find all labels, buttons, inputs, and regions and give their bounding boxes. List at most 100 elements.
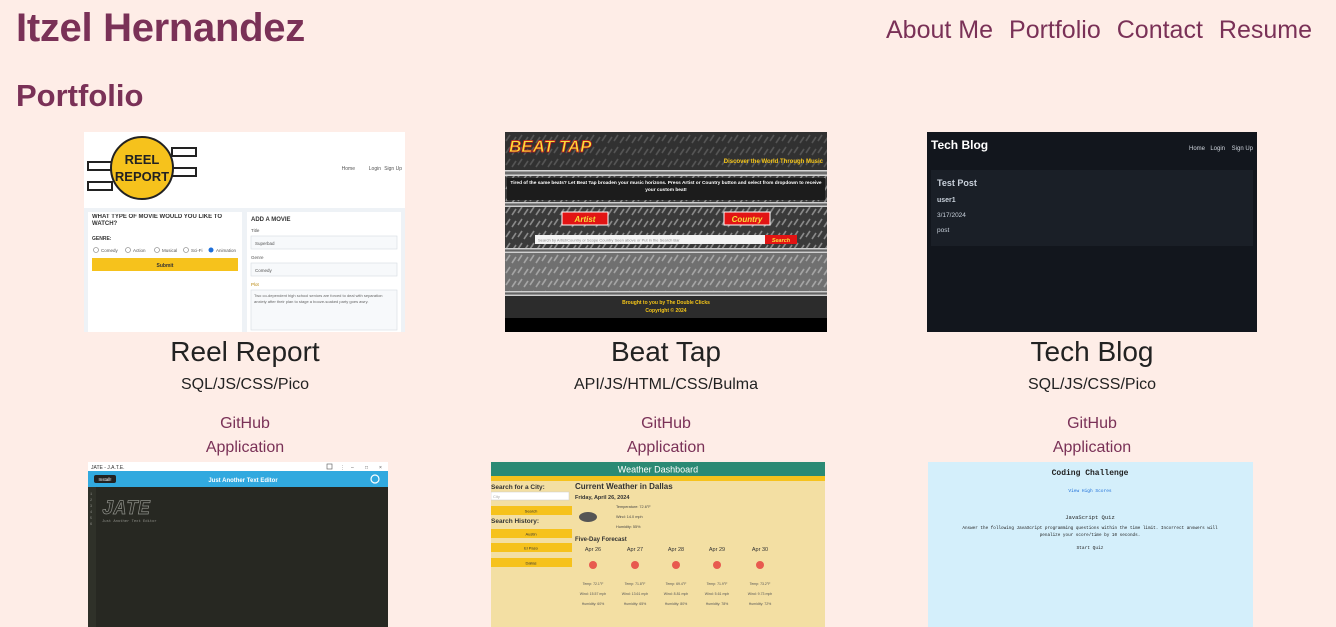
- beat-artist-button: Artist: [574, 215, 596, 224]
- weather-title: Weather Dashboard: [618, 465, 698, 475]
- beat-country-button: Country: [732, 215, 763, 224]
- weather-icon: [672, 561, 680, 569]
- section-title: Portfolio: [16, 78, 144, 113]
- weather-search-label: Search for a City:: [491, 484, 545, 491]
- beat-search-button: Search: [772, 238, 791, 244]
- more-icon: ⋮: [340, 465, 345, 471]
- nav-about-me[interactable]: About Me: [886, 16, 993, 45]
- reel-genre-2: Musical: [162, 248, 177, 253]
- reel-genre-4: Animation: [216, 248, 237, 253]
- svg-text:3: 3: [90, 505, 92, 509]
- weather-icon: [756, 561, 764, 569]
- weather-current-title: Current Weather in Dallas: [575, 482, 673, 491]
- beat-footer-1: Brought to you by The Double Clicks: [622, 300, 710, 306]
- blog-post-body: post: [937, 227, 949, 234]
- weather-icon: [631, 561, 639, 569]
- weather-forecast-title: Five-Day Forecast: [575, 537, 627, 543]
- svg-text:Humidity: 60%: Humidity: 60%: [582, 602, 605, 606]
- blog-nav-login: Login: [1210, 146, 1225, 152]
- blog-nav-signup: Sign Up: [1232, 146, 1254, 152]
- reel-field-title-value: Superbad: [255, 241, 275, 246]
- weather-search-input: City: [493, 494, 500, 499]
- project-card-beat-tap: Beat Tap API/JS/HTML/CSS/Bulma GitHub Ap…: [456, 332, 876, 460]
- project-title: Beat Tap: [610, 336, 722, 367]
- coding-quiz-screenshot[interactable]: Coding Challenge View High Scores JavaSc…: [928, 462, 1253, 627]
- svg-text:Wind: 5.61 mph: Wind: 5.61 mph: [705, 592, 730, 596]
- reel-submit: Submit: [157, 263, 174, 269]
- nav-resume[interactable]: Resume: [1219, 16, 1312, 45]
- tech-blog-screenshot[interactable]: Tech Blog Home Login Sign Up Test Post u…: [927, 132, 1257, 332]
- reel-genre-3: Sci-Fi: [191, 248, 203, 253]
- beat-intro: Tired of the same beats? Let Beat Tap br…: [510, 181, 822, 193]
- svg-text:Humidity: 80%: Humidity: 80%: [665, 602, 688, 606]
- blog-nav-home: Home: [1189, 146, 1206, 152]
- reel-nav-login: Login: [369, 166, 381, 172]
- reel-genre-label: GENRE:: [92, 236, 112, 242]
- reel-logo-line2: REPORT: [115, 169, 169, 184]
- reel-add-title: ADD A MOVIE: [251, 217, 291, 223]
- quiz-instructions-2: penalize your score/time by 10 seconds.: [1040, 533, 1141, 538]
- svg-text:Wind: 9.73 mph: Wind: 9.73 mph: [748, 592, 773, 596]
- site-title: Itzel Hernandez: [16, 6, 305, 50]
- project-stack: SQL/JS/CSS/Pico: [180, 376, 310, 393]
- svg-text:Apr 27: Apr 27: [627, 547, 643, 553]
- maximize-icon: □: [365, 465, 368, 471]
- nav-contact[interactable]: Contact: [1117, 16, 1203, 45]
- weather-history-1: El Paso: [524, 546, 539, 551]
- weather-icon: [713, 561, 721, 569]
- svg-text:Apr 30: Apr 30: [752, 547, 768, 553]
- svg-text:6: 6: [90, 523, 92, 527]
- reel-genre-1: Action: [133, 248, 146, 253]
- weather-current-humidity: Humidity: 55%: [616, 525, 641, 529]
- svg-text:Humidity: 72%: Humidity: 72%: [749, 602, 772, 606]
- editor-app-title: Just Another Text Editor: [208, 478, 278, 484]
- minimize-icon: –: [351, 465, 354, 471]
- svg-text:Wind: 8.81 mph: Wind: 8.81 mph: [664, 592, 689, 596]
- reel-nav-home: Home: [342, 166, 356, 172]
- main-nav: About Me Portfolio Contact Resume: [886, 16, 1312, 45]
- project-stack: API/JS/HTML/CSS/Bulma: [573, 376, 759, 393]
- beat-footer-2: Copyright © 2024: [645, 307, 686, 314]
- cloud-icon: [579, 512, 597, 522]
- weather-current-wind: Wind: 14.0 mph: [616, 515, 643, 519]
- blog-brand: Tech Blog: [931, 138, 988, 152]
- svg-text:Temp: 69.4°F: Temp: 69.4°F: [666, 582, 687, 586]
- application-link[interactable]: Application: [882, 436, 1302, 460]
- reel-genre-0: Comedy: [101, 248, 119, 253]
- text-editor-screenshot[interactable]: JATE - J.A.T.E. ⋮ – □ × Install! Just An…: [88, 462, 388, 627]
- github-link[interactable]: GitHub: [35, 412, 455, 436]
- github-link[interactable]: GitHub: [882, 412, 1302, 436]
- nav-portfolio[interactable]: Portfolio: [1009, 16, 1101, 45]
- svg-text:Temp: 72.1°F: Temp: 72.1°F: [583, 582, 604, 586]
- quiz-title: Coding Challenge: [1052, 469, 1129, 478]
- beat-tap-screenshot[interactable]: BEAT TAP Discover the World Through Musi…: [505, 132, 827, 332]
- reel-logo-line1: REEL: [125, 152, 160, 167]
- github-link[interactable]: GitHub: [456, 412, 876, 436]
- application-link[interactable]: Application: [456, 436, 876, 460]
- svg-text:Temp: 73.2°F: Temp: 73.2°F: [750, 582, 771, 586]
- weather-dashboard-screenshot[interactable]: Weather Dashboard Search for a City: Cit…: [491, 462, 825, 627]
- blog-post-date: 3/17/2024: [937, 212, 966, 219]
- editor-subtitle: Just Another Text Editor: [102, 519, 157, 524]
- project-card-tech-blog: Tech Blog SQL/JS/CSS/Pico GitHub Applica…: [882, 332, 1302, 460]
- reel-nav-signup: Sign Up: [384, 166, 402, 172]
- svg-text:Humidity: 78%: Humidity: 78%: [706, 602, 729, 606]
- application-link[interactable]: Application: [35, 436, 455, 460]
- close-icon: ×: [379, 465, 382, 471]
- reel-report-screenshot[interactable]: REEL REPORT Home Login Sign Up WHAT TYPE…: [84, 132, 405, 332]
- svg-text:5: 5: [90, 517, 92, 521]
- svg-text:Apr 29: Apr 29: [709, 547, 725, 553]
- project-stack: SQL/JS/CSS/Pico: [1027, 376, 1157, 393]
- blog-post-user: user1: [937, 197, 956, 204]
- svg-text:1: 1: [90, 493, 92, 497]
- reel-field-plot-label: Plot: [251, 282, 260, 287]
- beat-logo: BEAT TAP: [509, 137, 592, 156]
- quiz-heading: JavaScript Quiz: [1065, 514, 1115, 521]
- project-title: Tech Blog: [1030, 336, 1154, 367]
- reel-field-genre-label: Genre: [251, 255, 264, 260]
- svg-text:Apr 28: Apr 28: [668, 547, 684, 553]
- project-card-reel-report: Reel Report SQL/JS/CSS/Pico GitHub Appli…: [35, 332, 455, 460]
- blog-post-title: Test Post: [937, 178, 977, 188]
- svg-text:Temp: 71.8°F: Temp: 71.8°F: [625, 582, 646, 586]
- svg-text:Humidity: 65%: Humidity: 65%: [624, 602, 647, 606]
